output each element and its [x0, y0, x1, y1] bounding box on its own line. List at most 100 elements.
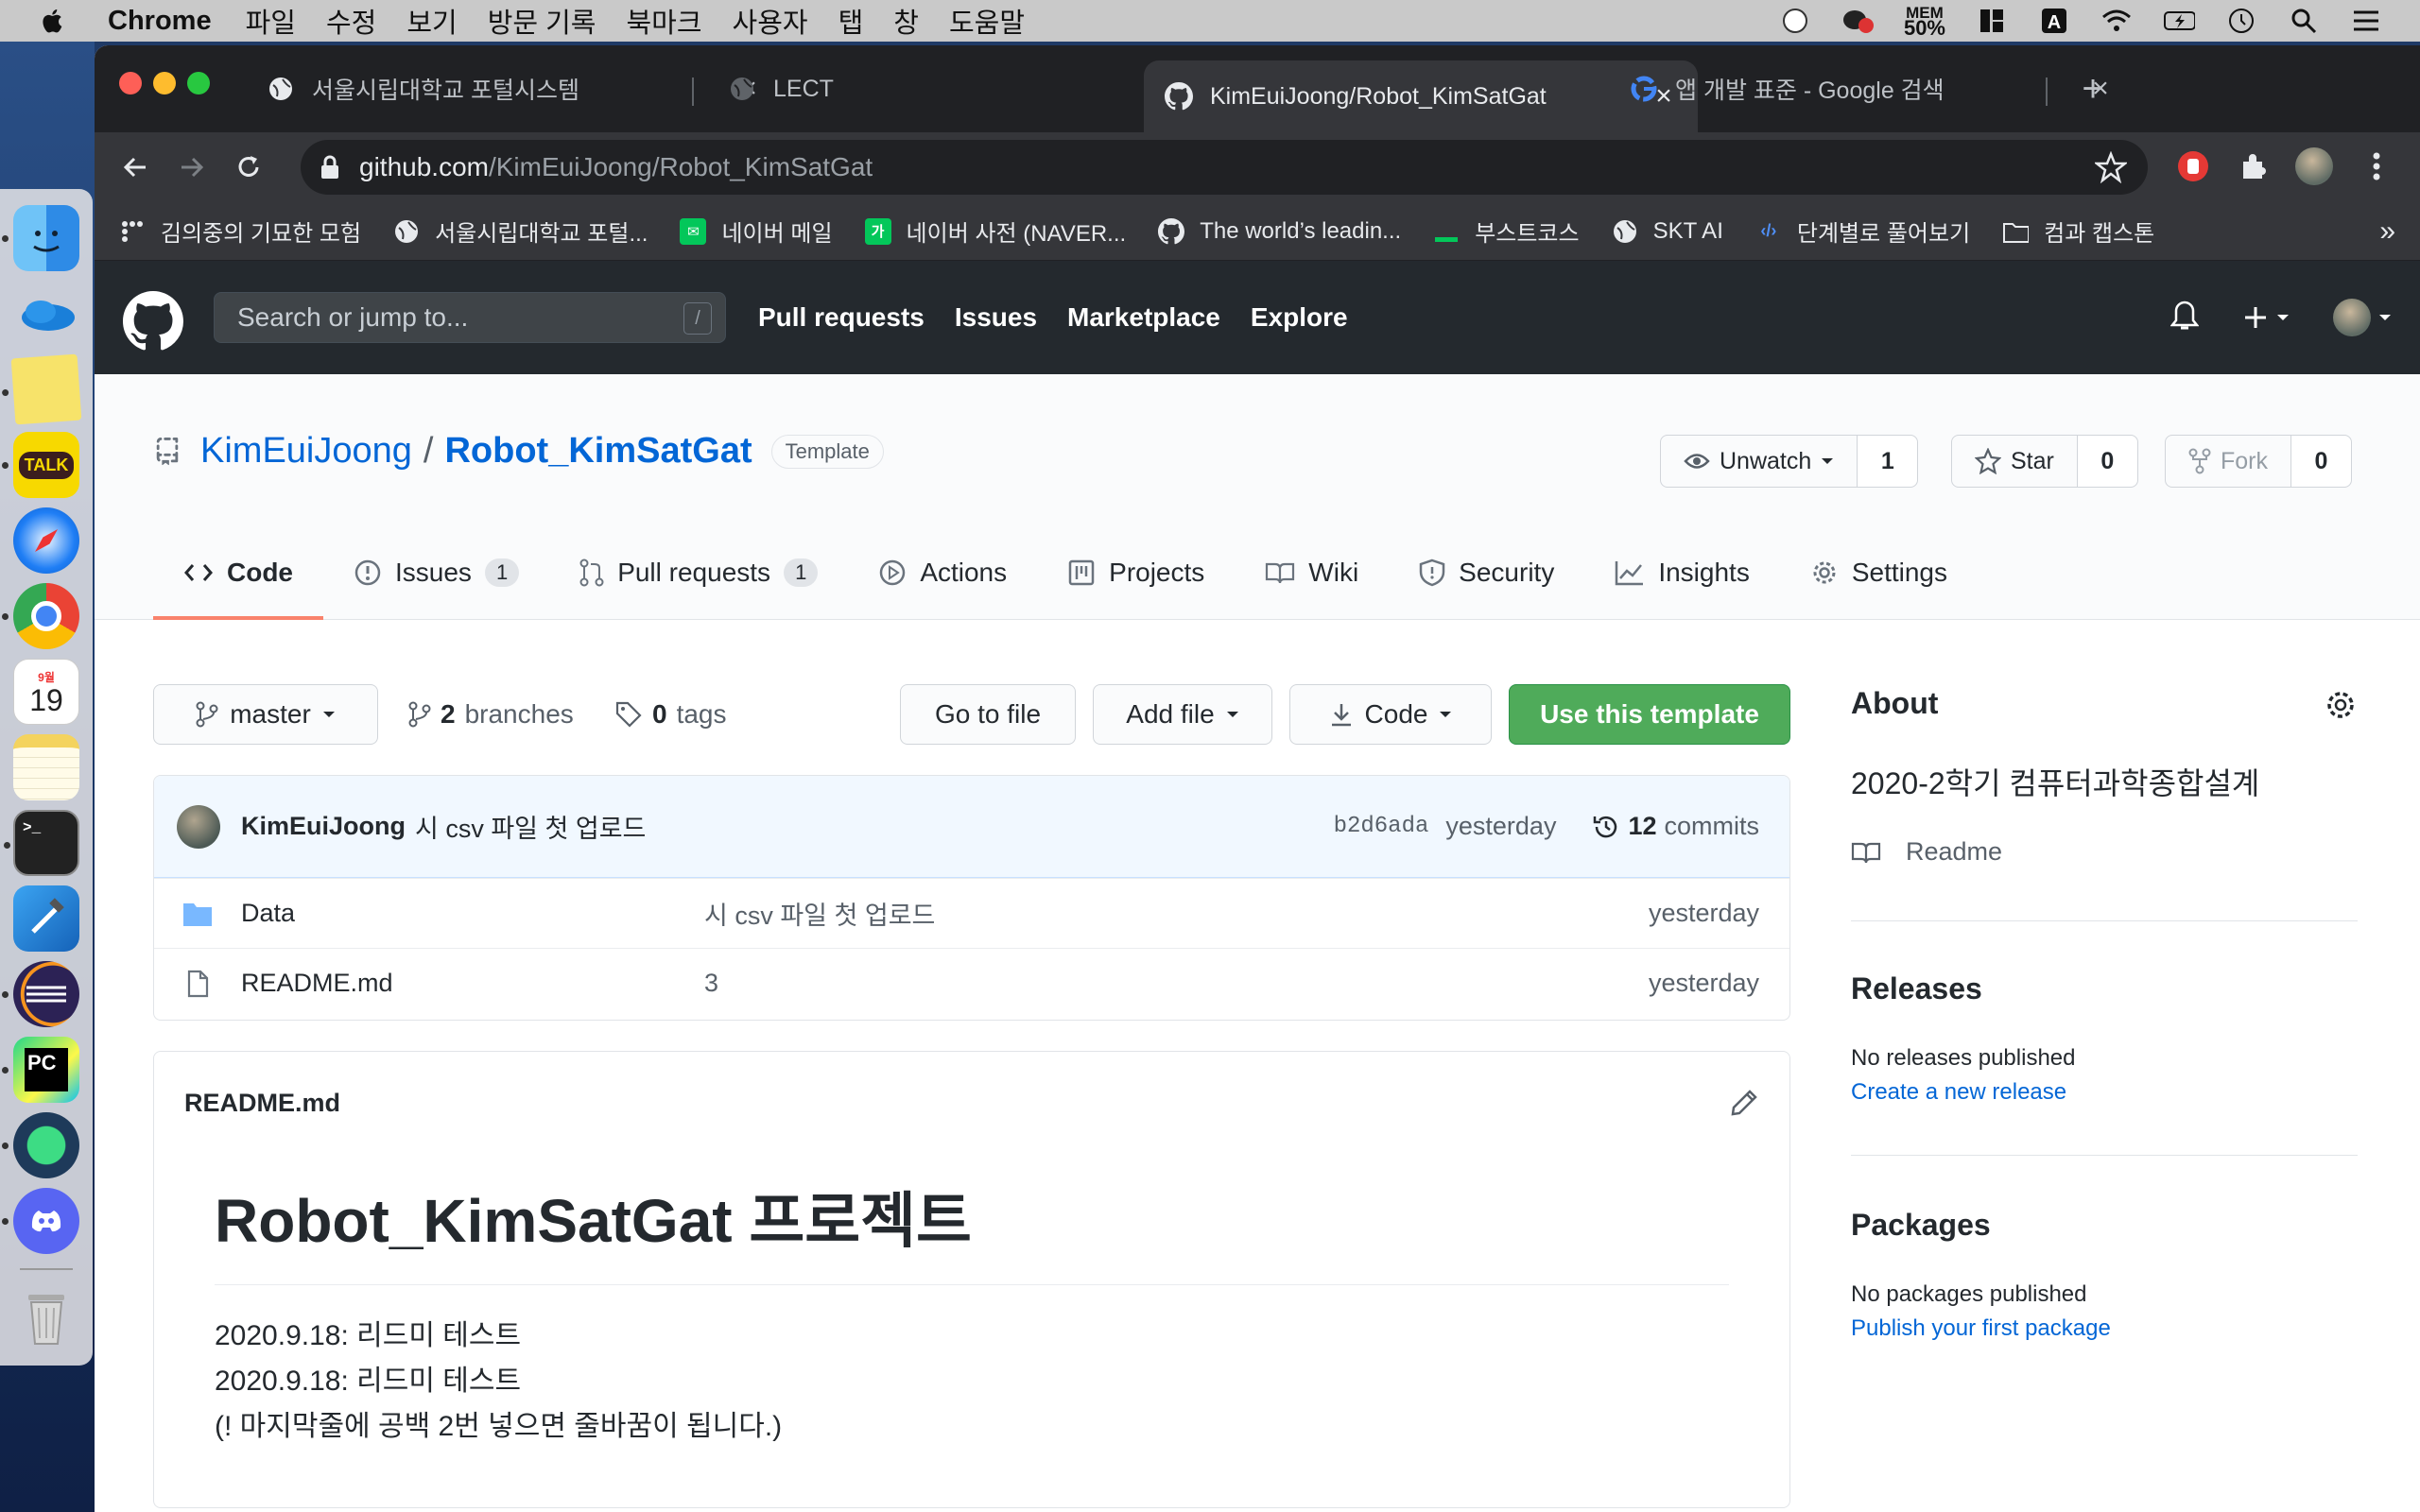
- chrome-menu-icon[interactable]: [2356, 146, 2397, 187]
- file-commit-message[interactable]: 3: [704, 969, 718, 998]
- battery-icon[interactable]: [2163, 7, 2195, 35]
- table-row[interactable]: README.md 3 yesterday: [154, 948, 1789, 1018]
- readme-link[interactable]: Readme: [1851, 837, 2002, 867]
- watchers-count[interactable]: 1: [1857, 436, 1918, 487]
- menubar-app-name[interactable]: Chrome: [108, 6, 212, 37]
- fork-button[interactable]: Fork: [2166, 436, 2290, 487]
- stargazers-count[interactable]: 0: [2076, 436, 2137, 487]
- commit-message-link[interactable]: 시 csv 파일 첫 업로드: [415, 808, 646, 845]
- create-release-link[interactable]: Create a new release: [1851, 1079, 2066, 1106]
- bookmark-item[interactable]: 컴과 캡스톤: [2002, 215, 2154, 248]
- reload-button[interactable]: [227, 146, 270, 189]
- window-minimize-button[interactable]: [153, 72, 176, 94]
- bookmark-item[interactable]: SKT AI: [1612, 218, 1723, 245]
- bookmark-item[interactable]: 서울시립대학교 포털...: [393, 215, 648, 248]
- star-button[interactable]: Star: [1952, 436, 2077, 487]
- bookmark-item[interactable]: 가 네이버 사전 (NAVER...: [864, 215, 1126, 248]
- file-name-link[interactable]: README.md: [241, 969, 704, 998]
- menu-edit[interactable]: 수정: [326, 1, 376, 41]
- use-template-button[interactable]: Use this template: [1509, 684, 1790, 745]
- menu-view[interactable]: 보기: [406, 1, 457, 41]
- gear-icon[interactable]: [2324, 688, 2358, 722]
- tab-issues[interactable]: Issues 1: [323, 525, 549, 620]
- commit-author-link[interactable]: KimEuiJoong: [241, 812, 406, 841]
- unwatch-button[interactable]: Unwatch: [1661, 436, 1857, 487]
- add-file-button[interactable]: Add file: [1093, 684, 1272, 745]
- chrome-icon[interactable]: [2, 583, 79, 649]
- file-name-link[interactable]: Data: [241, 899, 704, 928]
- tab-code[interactable]: Code: [153, 525, 323, 620]
- kakaotalk-icon[interactable]: TALK: [2, 432, 79, 498]
- bookmarks-overflow-button[interactable]: »: [2379, 215, 2395, 248]
- repo-name-link[interactable]: Robot_KimSatGat: [444, 431, 752, 472]
- commits-history-link[interactable]: 12 commits: [1592, 812, 1759, 841]
- tags-link[interactable]: 0 tags: [614, 684, 727, 745]
- packages-heading[interactable]: Packages: [1851, 1208, 1991, 1243]
- nav-pull-requests[interactable]: Pull requests: [758, 302, 925, 333]
- menu-tab[interactable]: 탭: [838, 1, 864, 41]
- wechat-icon[interactable]: [1841, 7, 1874, 35]
- tab-pull-requests[interactable]: Pull requests 1: [549, 525, 848, 620]
- github-search-input[interactable]: Search or jump to... /: [214, 292, 726, 343]
- notes-icon[interactable]: [13, 734, 79, 800]
- discord-icon[interactable]: [2, 1188, 79, 1254]
- onedrive-icon[interactable]: [13, 281, 79, 347]
- tab-insights[interactable]: Insights: [1584, 525, 1780, 620]
- tab-settings[interactable]: Settings: [1780, 525, 1978, 620]
- adblock-extension-icon[interactable]: [2172, 146, 2214, 187]
- browser-tab[interactable]: 서울시립대학교 포털시스템 ×: [246, 60, 783, 117]
- tab-security[interactable]: Security: [1389, 525, 1584, 620]
- terminal-icon[interactable]: >_: [4, 810, 79, 876]
- control-center-icon[interactable]: [2350, 7, 2382, 35]
- trash-icon[interactable]: [13, 1284, 79, 1350]
- forks-count[interactable]: 0: [2290, 436, 2351, 487]
- window-zoom-button[interactable]: [187, 72, 210, 94]
- wifi-icon[interactable]: [2100, 7, 2133, 35]
- repo-owner-link[interactable]: KimEuiJoong: [200, 431, 412, 472]
- tab-actions[interactable]: Actions: [848, 525, 1037, 620]
- code-download-button[interactable]: Code: [1289, 684, 1492, 745]
- eclipse-icon[interactable]: [2, 961, 79, 1027]
- xcode-icon[interactable]: [13, 885, 79, 952]
- nav-explore[interactable]: Explore: [1251, 302, 1348, 333]
- bookmark-item[interactable]: The world’s leadin...: [1158, 217, 1401, 245]
- bookmark-item[interactable]: ‹/› 단계별로 풀어보기: [1755, 215, 1970, 248]
- branch-select-button[interactable]: master: [153, 684, 378, 745]
- commit-sha-link[interactable]: b2d6ada: [1334, 814, 1429, 839]
- forward-button[interactable]: [170, 146, 214, 189]
- nav-marketplace[interactable]: Marketplace: [1067, 302, 1220, 333]
- nav-issues[interactable]: Issues: [955, 302, 1037, 333]
- tab-projects[interactable]: Projects: [1037, 525, 1235, 620]
- go-to-file-button[interactable]: Go to file: [900, 684, 1076, 745]
- edit-pencil-icon[interactable]: [1729, 1088, 1759, 1125]
- lock-icon[interactable]: [320, 155, 340, 180]
- finder-icon[interactable]: [2, 205, 79, 271]
- back-button[interactable]: [113, 146, 157, 189]
- extensions-puzzle-icon[interactable]: [2233, 146, 2274, 187]
- menu-bookmarks[interactable]: 북마크: [626, 1, 701, 41]
- user-avatar-dropdown[interactable]: [2333, 299, 2392, 336]
- clock-icon[interactable]: [2225, 7, 2257, 35]
- memory-status[interactable]: MEM 50%: [1904, 5, 1945, 39]
- menu-window[interactable]: 창: [893, 1, 919, 41]
- new-tab-button[interactable]: +: [2070, 66, 2116, 112]
- table-row[interactable]: Data 시 csv 파일 첫 업로드 yesterday: [154, 878, 1789, 948]
- window-layout-icon[interactable]: [1976, 7, 2008, 35]
- menu-file[interactable]: 파일: [246, 1, 296, 41]
- releases-heading[interactable]: Releases: [1851, 971, 1982, 1006]
- menu-profiles[interactable]: 사용자: [733, 1, 808, 41]
- browser-tab[interactable]: 앱 개발 표준 - Google 검색 ×: [1609, 60, 2135, 117]
- address-bar[interactable]: github.com/KimEuiJoong/Robot_KimSatGat: [301, 140, 2148, 195]
- apple-menu-icon[interactable]: [38, 6, 68, 36]
- pycharm-icon[interactable]: PC: [2, 1037, 79, 1103]
- menu-help[interactable]: 도움말: [949, 1, 1025, 41]
- bookmark-item[interactable]: 부스트코스: [1433, 215, 1580, 248]
- android-studio-icon[interactable]: [2, 1112, 79, 1178]
- bookmark-star-icon[interactable]: [2093, 150, 2129, 190]
- spotlight-search-icon[interactable]: [2288, 7, 2320, 35]
- calendar-icon[interactable]: 9월 19: [13, 659, 79, 725]
- window-close-button[interactable]: [119, 72, 142, 94]
- branches-link[interactable]: 2 branches: [408, 684, 574, 745]
- notifications-bell-icon[interactable]: [2169, 300, 2200, 336]
- status-circle-icon[interactable]: [1779, 7, 1811, 35]
